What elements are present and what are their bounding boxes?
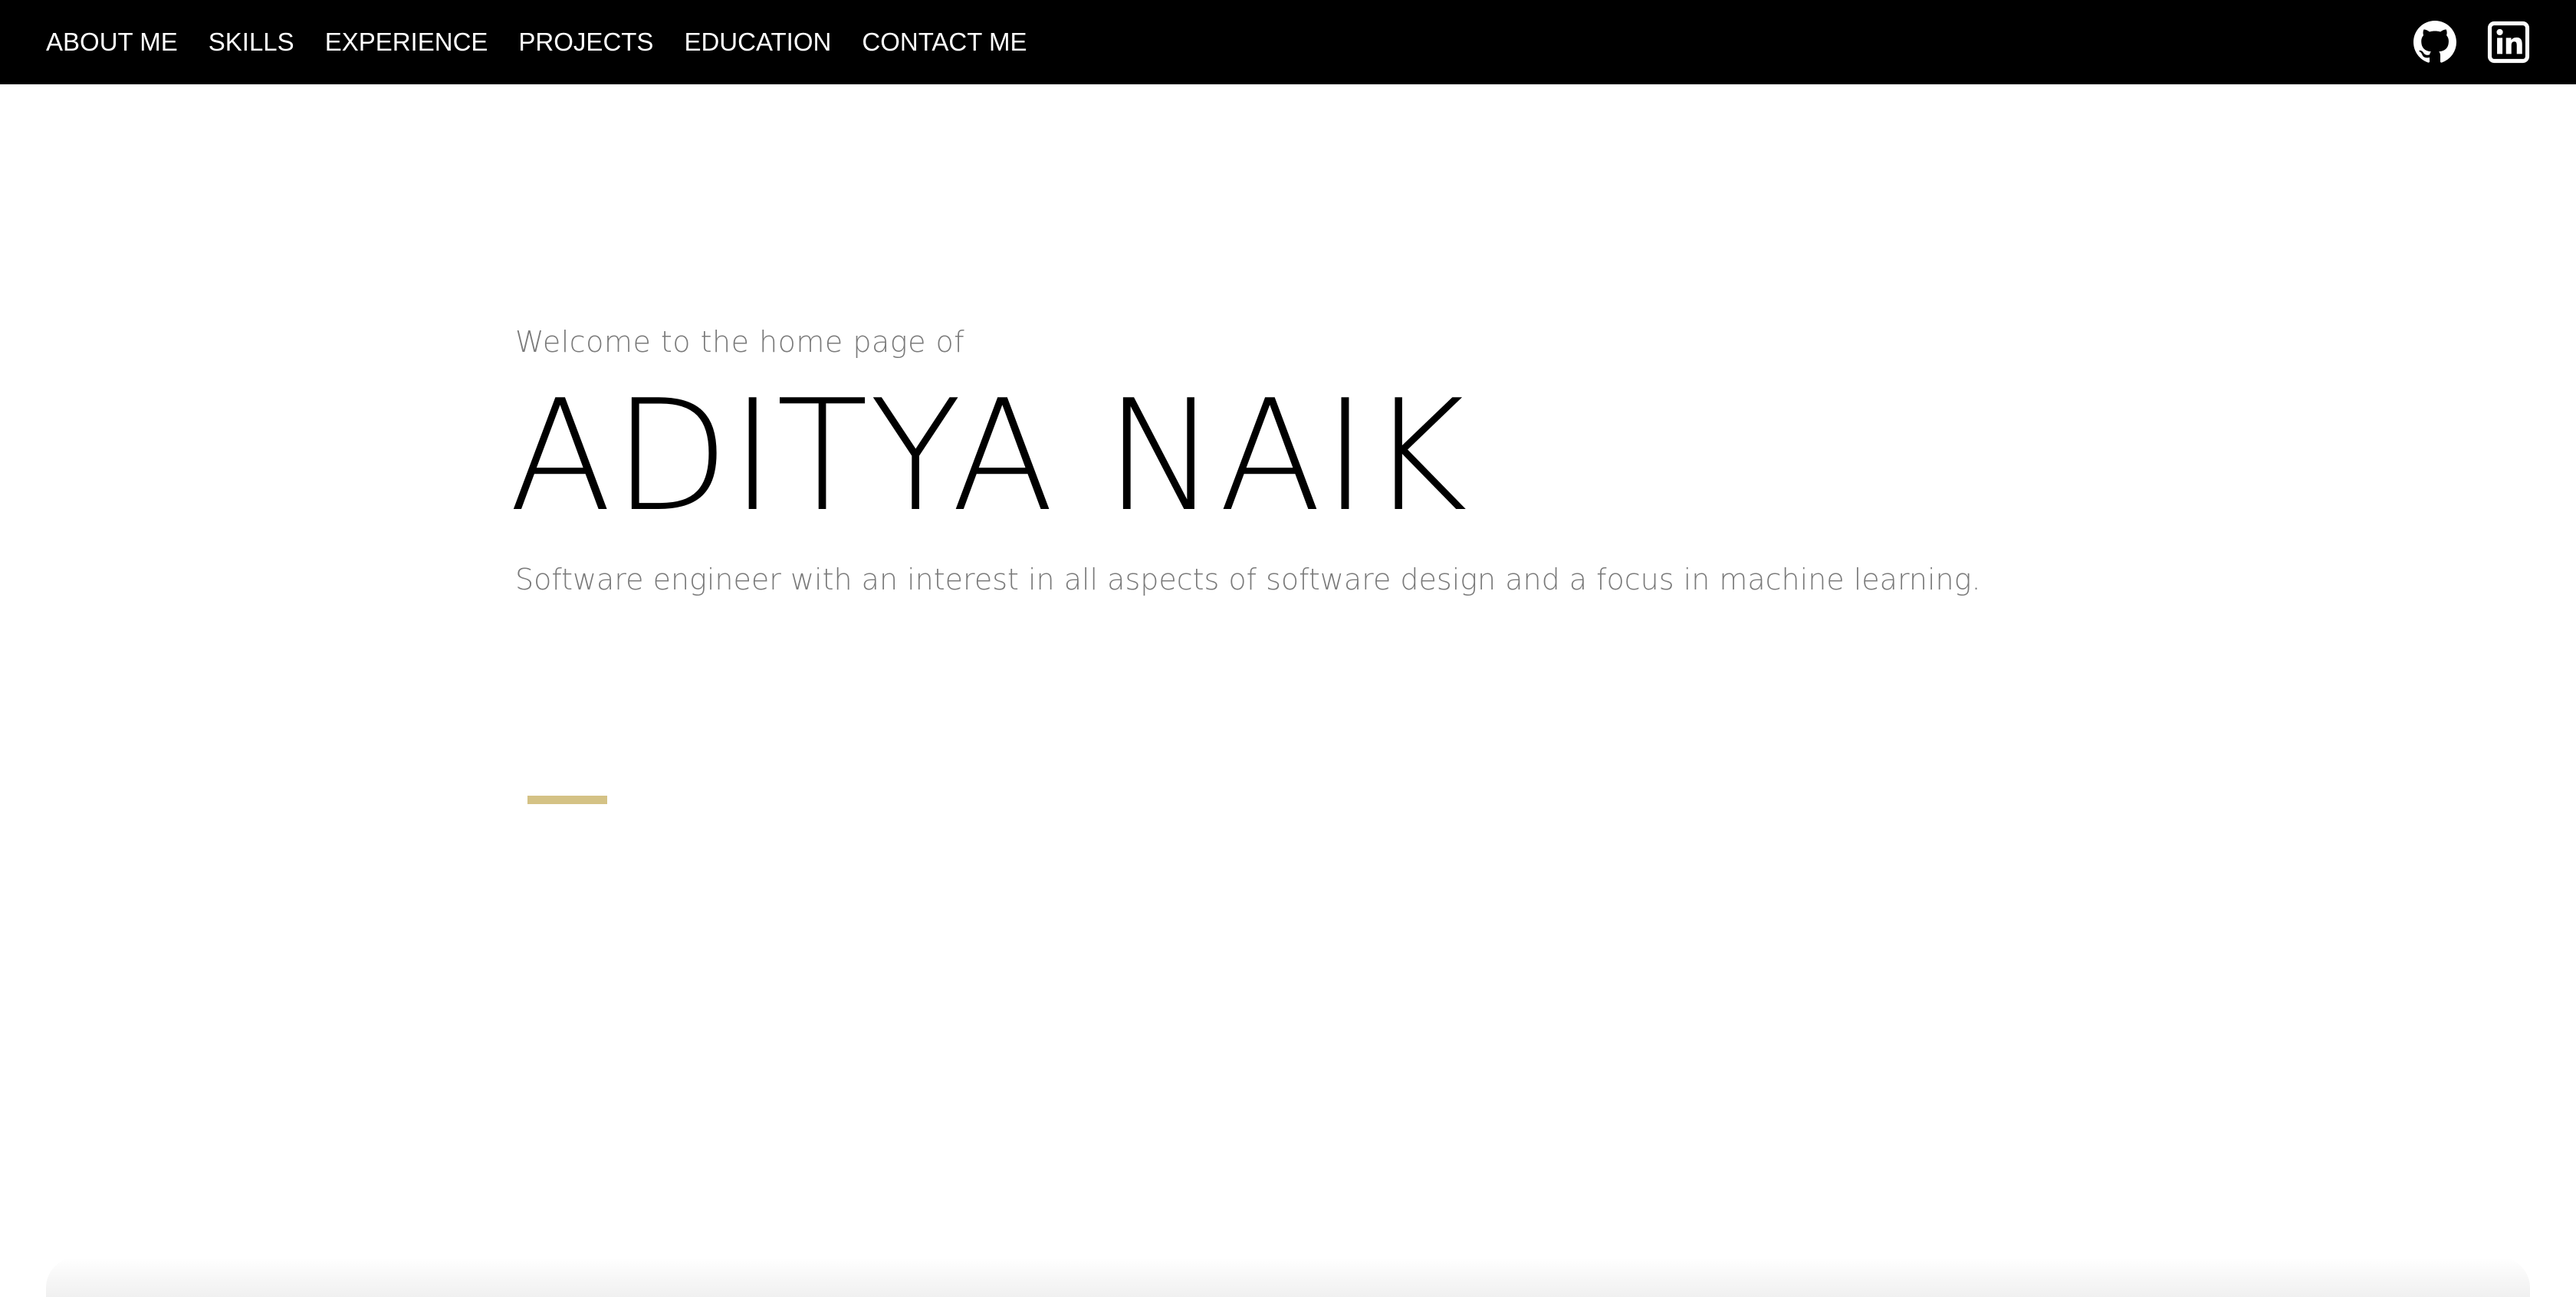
nav-about-me[interactable]: ABOUT ME xyxy=(46,28,178,57)
hero-intro: Welcome to the home page of xyxy=(515,325,965,359)
nav-education[interactable]: EDUCATION xyxy=(684,28,831,57)
nav-experience[interactable]: EXPERIENCE xyxy=(325,28,488,57)
page: ABOUT ME SKILLS EXPERIENCE PROJECTS EDUC… xyxy=(0,0,2576,1297)
nav-links: ABOUT ME SKILLS EXPERIENCE PROJECTS EDUC… xyxy=(46,28,1027,57)
linkedin-icon[interactable] xyxy=(2487,21,2530,64)
accent-divider xyxy=(527,796,607,804)
nav-projects[interactable]: PROJECTS xyxy=(518,28,653,57)
hero-section: Welcome to the home page of ADITYA NAIK … xyxy=(509,322,2049,599)
social-icons xyxy=(2413,21,2530,64)
next-section-shadow xyxy=(46,1257,2530,1297)
hero-tagline: Software engineer with an interest in al… xyxy=(515,563,1981,596)
hero-name: ADITYA NAIK xyxy=(509,367,1470,546)
nav-skills[interactable]: SKILLS xyxy=(209,28,294,57)
github-icon[interactable] xyxy=(2413,21,2456,64)
top-navbar: ABOUT ME SKILLS EXPERIENCE PROJECTS EDUC… xyxy=(0,0,2576,84)
nav-contact-me[interactable]: CONTACT ME xyxy=(862,28,1027,57)
